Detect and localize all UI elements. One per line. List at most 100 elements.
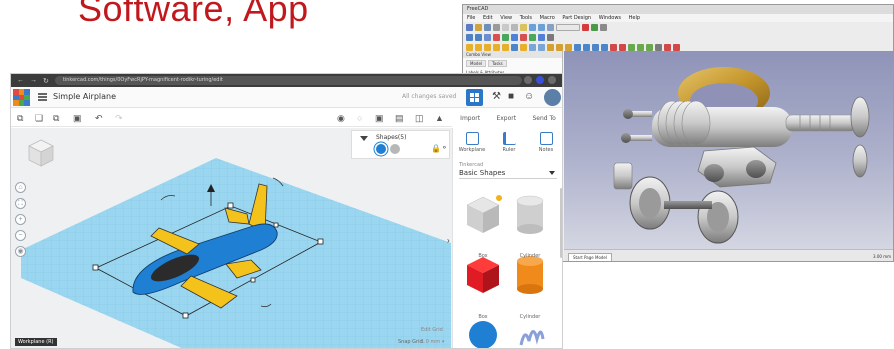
part-cone-icon[interactable]: [493, 43, 500, 51]
extension-icon[interactable]: [524, 76, 532, 84]
record-macro-icon[interactable]: [582, 23, 589, 31]
workplane-button[interactable]: Workplane: [457, 132, 487, 153]
fit-selection-icon[interactable]: [475, 33, 482, 41]
part-torus-icon[interactable]: [502, 43, 509, 51]
freecad-3d-view[interactable]: [564, 51, 893, 249]
perspective-icon[interactable]: ◉: [15, 246, 26, 257]
rear-view-icon[interactable]: [520, 33, 527, 41]
copy-icon[interactable]: ⧉: [17, 113, 23, 123]
notes-button[interactable]: Notes: [531, 132, 561, 153]
group-icon[interactable]: ▣: [375, 113, 384, 123]
menu-windows[interactable]: Windows: [599, 15, 621, 21]
duplicate-icon[interactable]: ⧉: [53, 113, 59, 123]
primitives-icon[interactable]: [511, 43, 518, 51]
lock-icon[interactable]: 🔒: [431, 144, 441, 153]
help-icon[interactable]: [600, 23, 607, 31]
scribble-thumbnail[interactable]: [519, 330, 545, 346]
hamburger-menu-icon[interactable]: [38, 93, 47, 101]
run-macro-icon[interactable]: [591, 23, 598, 31]
extrude-icon[interactable]: [529, 43, 536, 51]
mirror-icon[interactable]: [547, 43, 554, 51]
forward-arrow-icon[interactable]: →: [30, 77, 37, 84]
tinkercad-logo[interactable]: [13, 89, 30, 106]
workbench-select[interactable]: [556, 23, 580, 31]
avatar[interactable]: [544, 89, 561, 106]
fit-view-icon[interactable]: ⛶: [15, 198, 26, 209]
import-button[interactable]: Import: [460, 115, 480, 122]
briefcase-icon[interactable]: ■: [508, 92, 514, 102]
light-bulb-icon[interactable]: ○: [357, 113, 362, 123]
boolean-icon[interactable]: [574, 43, 581, 51]
left-view-icon[interactable]: [538, 33, 545, 41]
back-arrow-icon[interactable]: ←: [17, 77, 24, 84]
common-icon[interactable]: [601, 43, 608, 51]
tab-tasks[interactable]: Tasks: [488, 60, 507, 67]
top-view-icon[interactable]: [502, 33, 509, 41]
sphere-thumbnail[interactable]: [469, 321, 497, 349]
design-title[interactable]: Simple Airplane: [53, 92, 116, 101]
menu-view[interactable]: View: [500, 15, 512, 21]
redo-icon[interactable]: ↷: [115, 113, 123, 123]
menu-macro[interactable]: Macro: [540, 15, 555, 21]
library-scrollbar[interactable]: [560, 188, 562, 258]
fit-all-icon[interactable]: [466, 33, 473, 41]
menu-tools[interactable]: Tools: [520, 15, 532, 21]
cross-section-icon[interactable]: [619, 43, 626, 51]
paste-icon[interactable]: ❏: [35, 113, 43, 123]
more-menu-icon[interactable]: [548, 76, 556, 84]
tab-model[interactable]: Model: [466, 60, 487, 67]
workplane-area[interactable]: ⌂ ⛶ + − ◉ Shapes(5) 🔒 ⚬ Workplane (R) Ed…: [11, 128, 452, 348]
shape-builder-icon[interactable]: [520, 43, 527, 51]
mirror-icon[interactable]: ▲: [435, 113, 444, 123]
edit-grid-link[interactable]: Edit Grid: [421, 327, 443, 333]
thickness-icon[interactable]: [655, 43, 662, 51]
isometric-view-icon[interactable]: [484, 33, 491, 41]
front-view-icon[interactable]: [493, 33, 500, 41]
export-button[interactable]: Export: [496, 115, 516, 122]
part-box-icon[interactable]: [466, 43, 473, 51]
check-geometry-icon[interactable]: [664, 43, 671, 51]
menu-file[interactable]: File: [467, 15, 475, 21]
part-cylinder-icon[interactable]: [475, 43, 482, 51]
3d-design-view-icon[interactable]: [466, 89, 483, 106]
zoom-in-icon[interactable]: +: [15, 214, 26, 225]
library-select[interactable]: Basic Shapes: [459, 169, 557, 179]
ungroup-icon[interactable]: ▤: [395, 113, 404, 123]
cut-icon[interactable]: [502, 23, 509, 31]
ruler-button[interactable]: Ruler: [494, 132, 524, 153]
right-view-icon[interactable]: [511, 33, 518, 41]
add-user-icon[interactable]: ☺: [524, 92, 534, 102]
bottom-view-icon[interactable]: [529, 33, 536, 41]
profile-icon[interactable]: [536, 76, 544, 84]
snap-grid-select[interactable]: 1.0 mm ▾: [421, 339, 444, 345]
measure-icon[interactable]: [547, 33, 554, 41]
cut-shapes-icon[interactable]: [583, 43, 590, 51]
view-cube[interactable]: [28, 139, 54, 167]
defeaturing-icon[interactable]: [673, 43, 680, 51]
sweep-icon[interactable]: [637, 43, 644, 51]
solid-color-swatch[interactable]: [376, 144, 386, 154]
reload-icon[interactable]: ↻: [43, 77, 49, 85]
new-file-icon[interactable]: [466, 23, 473, 31]
print-icon[interactable]: [493, 23, 500, 31]
light-bulb-icon[interactable]: ⚬: [441, 143, 448, 152]
view-camera-icon[interactable]: ◉: [337, 113, 345, 123]
align-icon[interactable]: ◫: [415, 113, 424, 123]
undo-icon[interactable]: ↶: [95, 113, 103, 123]
revolve-icon[interactable]: [538, 43, 545, 51]
part-sphere-icon[interactable]: [484, 43, 491, 51]
tab-start-page[interactable]: Start Page Model: [568, 253, 613, 261]
offset-icon[interactable]: [646, 43, 653, 51]
box-red-thumbnail[interactable]: [467, 257, 499, 293]
open-folder-icon[interactable]: [475, 23, 482, 31]
delete-icon[interactable]: ▣: [73, 113, 82, 123]
menu-help[interactable]: Help: [629, 15, 640, 21]
cylinder-hole-thumbnail[interactable]: [516, 195, 544, 234]
section-icon[interactable]: [610, 43, 617, 51]
home-view-icon[interactable]: ⌂: [15, 182, 26, 193]
refresh-icon[interactable]: [547, 23, 554, 31]
hole-color-swatch[interactable]: [390, 144, 400, 154]
cylinder-orange-thumbnail[interactable]: [517, 256, 543, 294]
address-bar[interactable]: tinkercad.com/things/0OyFwcRjPY-magnific…: [54, 76, 522, 85]
fuse-icon[interactable]: [592, 43, 599, 51]
